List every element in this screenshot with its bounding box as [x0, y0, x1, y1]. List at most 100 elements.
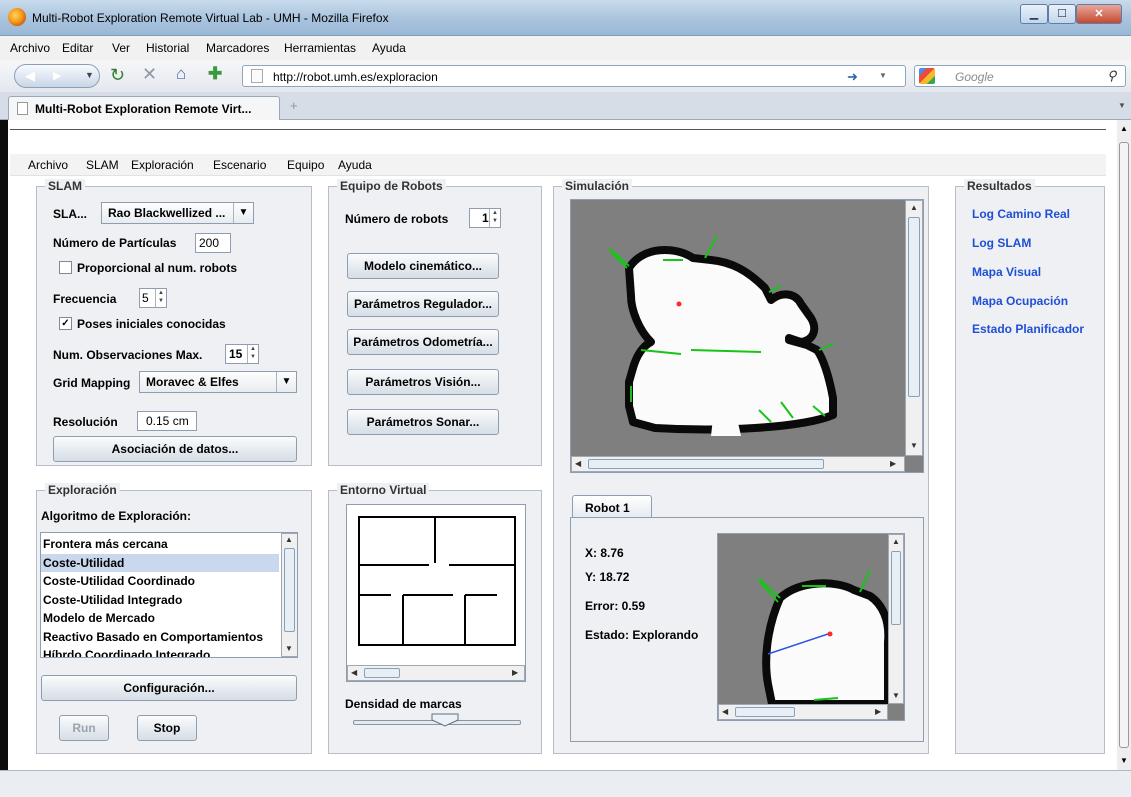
spinner-arrows-icon[interactable]: ▲ ▼ — [489, 209, 500, 227]
scroll-up-icon[interactable]: ▲ — [1120, 124, 1128, 133]
robot-local-map-view[interactable]: ▲ ▼ ◀ ▶ — [717, 533, 905, 721]
list-item[interactable]: Frontera más cercana — [41, 535, 279, 554]
proportional-checkbox[interactable] — [59, 261, 72, 274]
stop-button[interactable]: Stop — [137, 715, 197, 741]
stop-load-icon[interactable]: ✕ — [142, 64, 157, 85]
scroll-thumb[interactable] — [284, 548, 295, 632]
scroll-up-icon[interactable]: ▲ — [892, 537, 900, 546]
scroll-down-icon[interactable]: ▼ — [1120, 756, 1128, 765]
data-association-button[interactable]: Asociación de datos... — [53, 436, 297, 462]
browser-menu-herramientas[interactable]: Herramientas — [284, 41, 356, 55]
odometry-params-button[interactable]: Parámetros Odometría... — [347, 329, 499, 355]
list-item[interactable]: Coste-Utilidad Coordinado — [41, 572, 279, 591]
scroll-thumb[interactable] — [891, 551, 901, 625]
go-arrow-icon[interactable]: ➜ — [847, 69, 858, 85]
link-log-camino-real[interactable]: Log Camino Real — [972, 207, 1070, 221]
scroll-right-icon[interactable]: ▶ — [890, 459, 896, 468]
spinner-arrows-icon[interactable]: ▲ ▼ — [155, 289, 166, 307]
url-dropdown-icon[interactable]: ▼ — [879, 71, 887, 80]
num-robots-spinner[interactable]: 1 ▲ ▼ — [469, 208, 501, 228]
tab-multirobot[interactable]: Multi-Robot Exploration Remote Virt... — [8, 96, 280, 120]
scroll-thumb[interactable] — [908, 217, 920, 397]
tab-robot-1[interactable]: Robot 1 — [572, 495, 652, 519]
local-map-vscrollbar[interactable]: ▲ ▼ — [888, 534, 904, 704]
scroll-left-icon[interactable]: ◀ — [722, 707, 728, 716]
density-slider-thumb[interactable] — [431, 713, 459, 727]
scroll-down-icon[interactable]: ▼ — [892, 691, 900, 700]
frequency-spinner[interactable]: 5 ▲ ▼ — [139, 288, 167, 308]
spinner-arrows-icon[interactable]: ▲ ▼ — [247, 345, 258, 363]
kinematic-model-button[interactable]: Modelo cinemático... — [347, 253, 499, 279]
regulator-params-button[interactable]: Parámetros Regulador... — [347, 291, 499, 317]
scroll-right-icon[interactable]: ▶ — [512, 668, 518, 677]
back-forward-buttons[interactable]: ◀ ▶ ▼ — [14, 64, 100, 88]
link-estado-planificador[interactable]: Estado Planificador — [972, 322, 1084, 336]
minimize-button[interactable]: ▁ — [1020, 4, 1048, 24]
list-item[interactable]: Modelo de Mercado — [41, 609, 279, 628]
local-map-hscrollbar[interactable]: ◀ ▶ — [718, 704, 888, 720]
virtual-environment-view[interactable]: ◀ ▶ — [346, 504, 526, 682]
search-bar[interactable]: Google ⚲ — [914, 65, 1126, 87]
scroll-thumb[interactable] — [1119, 142, 1129, 748]
scroll-up-icon[interactable]: ▲ — [910, 203, 918, 212]
reload-icon[interactable]: ↻ — [110, 65, 125, 86]
forward-arrow-icon[interactable]: ▶ — [53, 69, 61, 82]
browser-menu-ayuda[interactable]: Ayuda — [372, 41, 406, 55]
google-engine-icon[interactable] — [919, 68, 935, 84]
back-arrow-icon[interactable]: ◀ — [25, 68, 35, 84]
close-window-button[interactable]: ✕ — [1076, 4, 1122, 24]
list-item[interactable]: Reactivo Basado en Comportamientos — [41, 628, 279, 647]
app-menu-escenario[interactable]: Escenario — [213, 158, 266, 172]
list-item[interactable]: Híbrdo Coordinado Integrado — [41, 646, 279, 657]
algorithm-list-scrollbar[interactable]: ▲ ▼ — [281, 533, 297, 657]
map-hscrollbar[interactable]: ◀ ▶ — [571, 456, 905, 472]
browser-menu-marcadores[interactable]: Marcadores — [206, 41, 269, 55]
environment-hscrollbar[interactable]: ◀ ▶ — [347, 665, 525, 681]
scroll-down-icon[interactable]: ▼ — [910, 441, 918, 450]
link-mapa-visual[interactable]: Mapa Visual — [972, 265, 1041, 279]
search-icon[interactable]: ⚲ — [1107, 68, 1117, 84]
chevron-down-icon[interactable]: ▼ — [233, 203, 253, 223]
simulation-map-view[interactable]: ▲ ▼ ◀ ▶ — [570, 199, 924, 473]
scroll-left-icon[interactable]: ◀ — [575, 459, 581, 468]
url-bar[interactable]: http://robot.umh.es/exploracion ➜ ▼ — [242, 65, 906, 87]
run-button[interactable]: Run — [59, 715, 109, 741]
link-log-slam[interactable]: Log SLAM — [972, 236, 1031, 250]
app-menu-exploracion[interactable]: Exploración — [131, 158, 194, 172]
sonar-params-button[interactable]: Parámetros Sonar... — [347, 409, 499, 435]
grid-mapping-select[interactable]: Moravec & Elfes ▼ — [139, 371, 297, 393]
list-item[interactable]: Coste-Utilidad — [41, 553, 279, 572]
scroll-up-icon[interactable]: ▲ — [285, 535, 293, 544]
app-menu-slam[interactable]: SLAM — [86, 158, 119, 172]
new-tab-icon[interactable]: + — [290, 98, 298, 113]
scroll-left-icon[interactable]: ◀ — [351, 668, 357, 677]
particles-input[interactable]: 200 — [195, 233, 231, 253]
home-icon[interactable]: ⌂ — [176, 64, 186, 84]
page-vscrollbar[interactable]: ▲ ▼ — [1117, 120, 1131, 770]
browser-menu-ver[interactable]: Ver — [112, 41, 130, 55]
app-menu-equipo[interactable]: Equipo — [287, 158, 324, 172]
app-menu-ayuda[interactable]: Ayuda — [338, 158, 372, 172]
browser-menu-editar[interactable]: Editar — [62, 41, 93, 55]
app-menu-archivo[interactable]: Archivo — [28, 158, 68, 172]
add-bookmark-icon[interactable]: ✚ — [208, 64, 222, 84]
scroll-right-icon[interactable]: ▶ — [875, 707, 881, 716]
configuration-button[interactable]: Configuración... — [41, 675, 297, 701]
sla-select[interactable]: Rao Blackwellized ... ▼ — [101, 202, 254, 224]
max-obs-spinner[interactable]: 15 ▲ ▼ — [225, 344, 259, 364]
scroll-thumb[interactable] — [735, 707, 795, 717]
vision-params-button[interactable]: Parámetros Visión... — [347, 369, 499, 395]
scroll-down-icon[interactable]: ▼ — [285, 644, 293, 653]
history-dropdown-icon[interactable]: ▼ — [85, 70, 94, 80]
map-vscrollbar[interactable]: ▲ ▼ — [905, 200, 923, 456]
link-mapa-ocupacion[interactable]: Mapa Ocupación — [972, 294, 1068, 308]
maximize-button[interactable]: ☐ — [1048, 4, 1076, 24]
tab-list-icon[interactable]: ▼ — [1118, 101, 1126, 110]
scroll-thumb[interactable] — [364, 668, 400, 678]
resolution-input[interactable]: 0.15 cm — [137, 411, 197, 431]
scroll-thumb[interactable] — [588, 459, 824, 469]
browser-menu-historial[interactable]: Historial — [146, 41, 189, 55]
initial-poses-checkbox[interactable]: ✓ — [59, 317, 72, 330]
chevron-down-icon[interactable]: ▼ — [276, 372, 296, 392]
browser-menu-archivo[interactable]: Archivo — [10, 41, 50, 55]
